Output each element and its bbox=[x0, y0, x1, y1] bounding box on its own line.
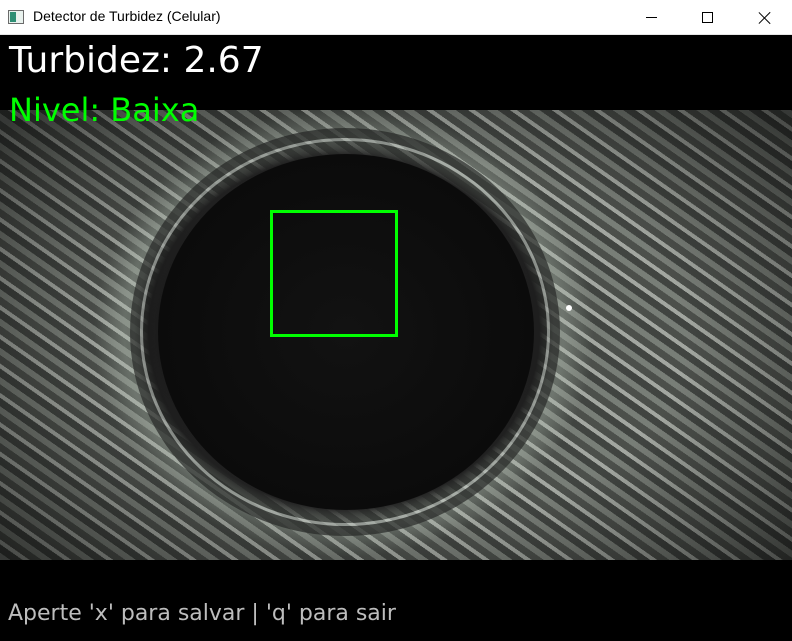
close-icon bbox=[758, 11, 772, 25]
title-bar: Detector de Turbidez (Celular) bbox=[0, 0, 792, 35]
window-title: Detector de Turbidez (Celular) bbox=[33, 8, 221, 24]
turbidity-readout: Turbidez: 2.67 bbox=[9, 40, 264, 81]
keyboard-instructions: Aperte 'x' para salvar | 'q' para sair bbox=[8, 601, 396, 626]
minimize-icon bbox=[645, 17, 657, 18]
measurement-roi-box bbox=[270, 210, 398, 337]
video-canvas: Turbidez: 2.67 Nivel: Baixa Aperte 'x' p… bbox=[0, 36, 792, 641]
app-window-icon[interactable] bbox=[8, 10, 24, 24]
maximize-button[interactable] bbox=[678, 0, 736, 35]
close-button[interactable] bbox=[736, 0, 792, 35]
minimize-button[interactable] bbox=[622, 0, 680, 35]
maximize-icon bbox=[701, 12, 713, 23]
turbidity-level: Nivel: Baixa bbox=[9, 91, 200, 129]
camera-feed bbox=[0, 110, 792, 560]
